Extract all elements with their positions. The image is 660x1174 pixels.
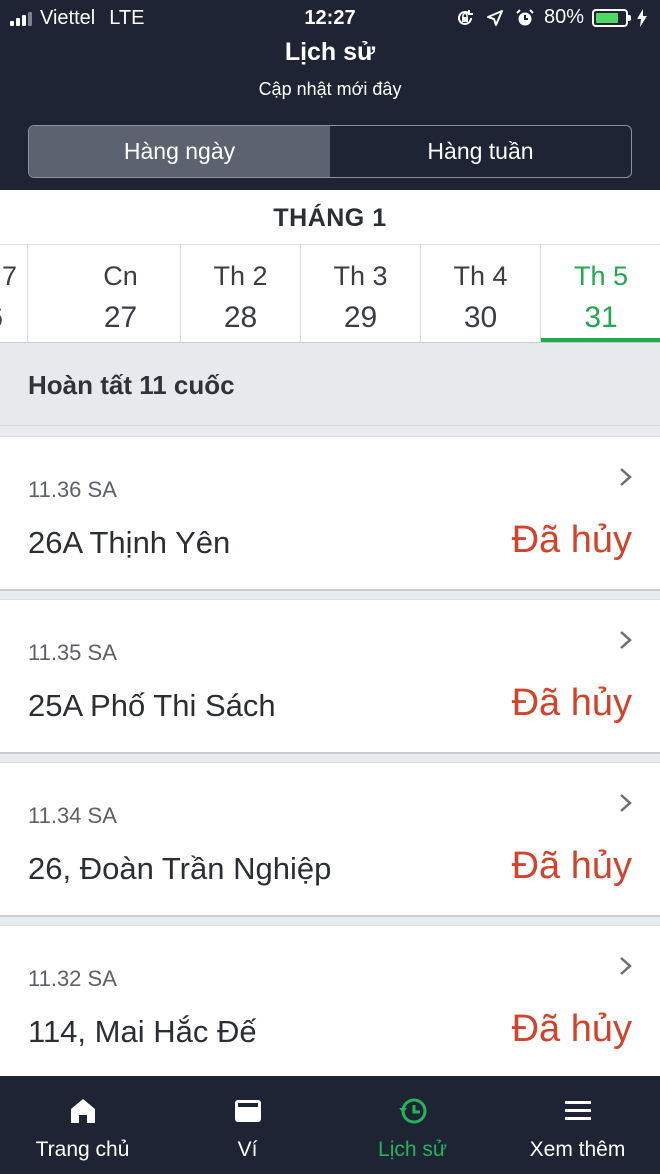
day-name: h 7 xyxy=(0,261,17,291)
ride-list-item[interactable]: 11.34 SA 26, Đoàn Trần Nghiệp Đã hủy xyxy=(0,762,660,917)
day-number: 6 xyxy=(0,301,27,335)
location-arrow-icon xyxy=(484,7,506,29)
tab-home[interactable]: Trang chủ xyxy=(0,1076,165,1174)
day-item[interactable]: h 7 6 xyxy=(0,245,28,342)
day-name: Cn xyxy=(103,261,138,291)
ride-status: Đã hủy xyxy=(511,682,632,724)
ride-status: Đã hủy xyxy=(511,1008,632,1050)
home-icon xyxy=(70,1099,95,1123)
ride-address: 25A Phố Thi Sách xyxy=(28,688,276,723)
ride-time: 11.35 SA xyxy=(28,640,117,665)
ride-address: 114, Mai Hắc Đế xyxy=(28,1014,257,1049)
day-number: 30 xyxy=(463,301,498,334)
page-title: Lịch sử xyxy=(284,38,376,66)
month-label: THÁNG 1 xyxy=(0,190,660,244)
status-bar: Viettel LTE 12:27 80% xyxy=(0,0,660,36)
trips-summary: Hoàn tất 11 cuốc xyxy=(0,344,660,426)
tab-label: Trang chủ xyxy=(35,1138,130,1161)
day-item[interactable]: Cn 27 xyxy=(61,245,181,342)
ride-address: 26A Thịnh Yên xyxy=(28,525,231,560)
page-subtitle: Cập nhật mới đây xyxy=(258,79,402,99)
alarm-icon xyxy=(514,7,536,29)
chevron-right-icon xyxy=(620,957,632,975)
tab-label: Xem thêm xyxy=(529,1138,626,1161)
period-segmented-control: Hàng ngày Hàng tuần xyxy=(28,125,632,178)
day-number: 28 xyxy=(223,301,258,334)
lock-rotation-icon xyxy=(454,7,476,29)
chevron-right-icon xyxy=(620,631,632,649)
day-selector[interactable]: h 7 6 Cn 27 Th 2 28 Th 3 29 Th 4 30 Th 5… xyxy=(0,244,660,343)
tab-history[interactable]: Lịch sử xyxy=(330,1076,495,1174)
day-name: Th 3 xyxy=(333,261,388,291)
chevron-right-icon xyxy=(620,468,632,486)
day-item[interactable]: Th 4 30 xyxy=(421,245,541,342)
ride-time: 11.36 SA xyxy=(28,477,117,502)
ride-time: 11.34 SA xyxy=(28,803,117,828)
history-clock-icon xyxy=(398,1098,426,1124)
ride-status: Đã hủy xyxy=(511,519,632,561)
tab-label: Ví xyxy=(237,1138,258,1161)
tab-label: Lịch sử xyxy=(378,1138,447,1161)
tab-wallet[interactable]: Ví xyxy=(165,1076,330,1174)
day-name: Th 2 xyxy=(213,261,268,291)
trips-summary-text: Hoàn tất 11 cuốc xyxy=(28,370,235,400)
ride-list-item[interactable]: 11.36 SA 26A Thịnh Yên Đã hủy xyxy=(0,436,660,591)
ride-list-item[interactable]: 11.32 SA 114, Mai Hắc Đế Đã hủy xyxy=(0,925,660,1080)
battery-icon xyxy=(592,8,631,27)
day-name: Th 4 xyxy=(453,261,508,291)
segment-daily[interactable]: Hàng ngày xyxy=(29,126,330,177)
day-number: 27 xyxy=(103,301,138,334)
ride-status: Đã hủy xyxy=(511,845,632,887)
day-number: 29 xyxy=(343,301,378,334)
menu-icon xyxy=(564,1101,591,1120)
tab-more[interactable]: Xem thêm xyxy=(495,1076,660,1174)
day-item-selected[interactable]: Th 5 31 xyxy=(541,245,660,342)
day-item[interactable]: Th 3 29 xyxy=(301,245,421,342)
app-header: Viettel LTE 12:27 80% Lịch sử Cập nhật m… xyxy=(0,0,660,190)
chevron-right-icon xyxy=(620,794,632,812)
ride-list-item[interactable]: 11.35 SA 25A Phố Thi Sách Đã hủy xyxy=(0,599,660,754)
bottom-tab-bar: Trang chủ Ví Lịch sử Xem thêm xyxy=(0,1076,660,1174)
wallet-icon xyxy=(234,1100,261,1122)
day-item[interactable]: Th 2 28 xyxy=(181,245,301,342)
ride-address: 26, Đoàn Trần Nghiệp xyxy=(28,851,332,886)
battery-percent: 80% xyxy=(543,6,584,28)
day-name: Th 5 xyxy=(573,261,629,291)
segment-weekly[interactable]: Hàng tuần xyxy=(330,126,631,177)
ride-time: 11.32 SA xyxy=(28,966,117,991)
charging-bolt-icon xyxy=(636,7,648,29)
day-number: 31 xyxy=(584,301,618,334)
selected-day-indicator xyxy=(541,338,660,342)
